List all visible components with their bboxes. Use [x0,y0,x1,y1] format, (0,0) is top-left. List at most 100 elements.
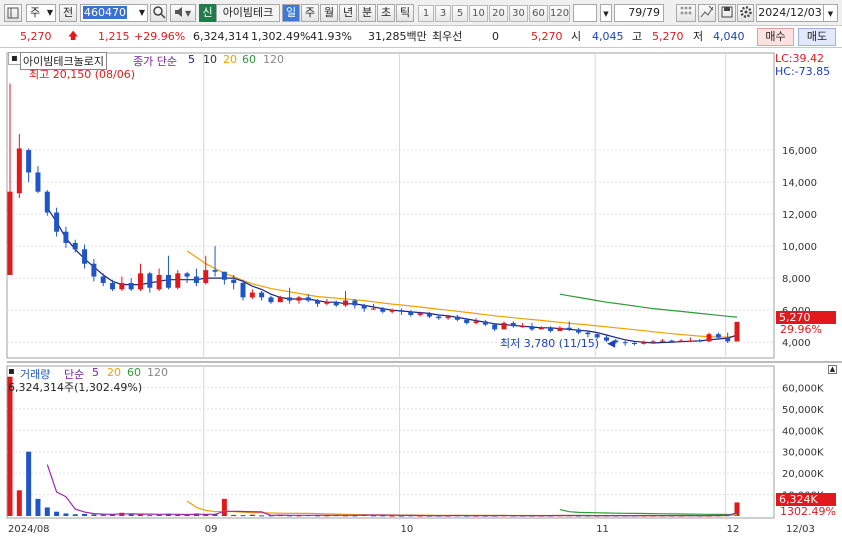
candle-body [706,334,712,342]
candle-body [277,297,283,303]
interval-button-1[interactable]: 1 [418,5,434,22]
hc-label: HC:-73.85 [775,65,831,78]
candle-body [464,319,470,323]
candle-body [82,249,88,264]
period-tab-1[interactable]: 주 [301,4,319,22]
gear-icon[interactable] [737,4,754,22]
chart-type-icon[interactable]: ▪ [8,366,15,377]
candle-body [566,327,572,330]
volume-bar [137,514,143,516]
candle-body [147,273,153,288]
x-tick-label: 10 [400,524,413,535]
volume-bar [231,514,237,516]
count-input[interactable]: 79/79 [614,4,664,22]
market-select[interactable]: 주 ▼ [26,4,56,22]
interval-button-20[interactable]: 20 [489,5,508,22]
custom-interval-input[interactable] [573,4,597,22]
candle-body [259,292,265,298]
count-total: /79 [642,6,660,19]
count-value: 79 [628,6,643,19]
open: 4,045 [592,30,624,43]
candle-body [734,321,740,342]
chart-type-icon[interactable]: ▪ [8,52,21,65]
volume-bar [26,451,32,516]
candle-body [697,340,703,342]
chevron-down-icon: ▼ [46,8,53,17]
candle-body [296,297,302,301]
candle-body [445,316,451,319]
ma-label: 종가 단순 [133,55,177,68]
volume-bar [91,514,97,516]
period-tab-6[interactable]: 틱 [396,4,414,22]
panel-menu-icon[interactable]: ▲ [828,365,837,374]
volume-bar [147,515,153,517]
candle-body [137,273,143,290]
candle-body [221,271,227,280]
chart-canvas[interactable]: 16,00014,00012,00010,0008,0006,0004,0006… [0,50,842,540]
candle-body [529,326,535,330]
date-input[interactable]: 2024/12/03 [756,4,824,22]
volume-bar [54,511,60,516]
period-tab-4[interactable]: 분 [358,4,376,22]
code-input[interactable]: 460470 ▼ [80,4,148,22]
candle-body [128,282,134,290]
sell-button[interactable]: 매도 [798,28,836,46]
interval-button-30[interactable]: 30 [509,5,528,22]
period-tab-2[interactable]: 월 [320,4,338,22]
candle-body [324,302,330,304]
candle-body [91,263,97,277]
interval-button-10[interactable]: 10 [469,5,488,22]
draw-icon[interactable] [698,4,716,22]
buy-button[interactable]: 매수 [757,28,794,46]
candle-body [63,231,69,243]
ma5-label: 5 [188,53,195,66]
volume-tick-label: 20,000K [782,469,824,480]
period-tab-0[interactable]: 일 [282,4,300,22]
volume: 6,324,314 [193,30,249,43]
period-tab-3[interactable]: 년 [339,4,357,22]
candle-body [473,321,479,323]
candle-body [408,311,414,315]
toolbar: 주 ▼ 전 460470 ▼ ▼ 신 아이빔테크 일주월년분초틱 1 3 5 10 20 30… [0,0,842,26]
candle-body [641,342,647,344]
chart-area: 16,00014,00012,00010,0008,0006,0004,0006… [0,50,842,540]
search-icon[interactable] [150,4,167,22]
candle-body [510,322,516,327]
interval-spin[interactable]: ▼ [600,4,612,22]
candle-body [72,242,78,250]
price-tick-label: 16,000 [782,146,817,157]
candle-body [26,150,32,173]
save-icon[interactable] [718,4,736,22]
calendar-spin[interactable]: ▼ [824,4,838,22]
candle-body [240,282,246,298]
candle-body [501,322,507,330]
interval-button-60[interactable]: 60 [529,5,548,22]
volume-bar [44,507,50,516]
turnover: 41.93% [310,30,352,43]
low-note: 최저 3,780 (11/15) [500,337,600,350]
prev-button[interactable]: 전 [59,4,77,22]
volume-bar [221,498,227,516]
interval-button-3[interactable]: 3 [435,5,451,22]
interval-button-5[interactable]: 5 [452,5,468,22]
svg-text:▼: ▼ [185,9,192,18]
period-tab-5[interactable]: 초 [377,4,395,22]
interval-button-120[interactable]: 120 [549,5,570,22]
change: 1,215 [98,30,130,43]
candle-body [343,300,349,306]
grid-icon[interactable] [676,4,696,22]
volume-bar [240,515,246,517]
volume-bar [128,514,134,516]
candle-body [557,327,563,331]
vma120-label: 120 [147,366,168,379]
candle-body [305,297,311,301]
speaker-icon[interactable]: ▼ [170,4,196,22]
candle-body [184,273,190,277]
credit-badge[interactable]: 신 [199,4,216,22]
layout-icon[interactable] [4,4,22,22]
x-tick-label: 2024/08 [8,524,50,535]
high-label: 고 [632,30,643,43]
price-plot-frame [6,52,775,359]
candle-body [193,276,199,283]
candle-body [454,316,460,320]
